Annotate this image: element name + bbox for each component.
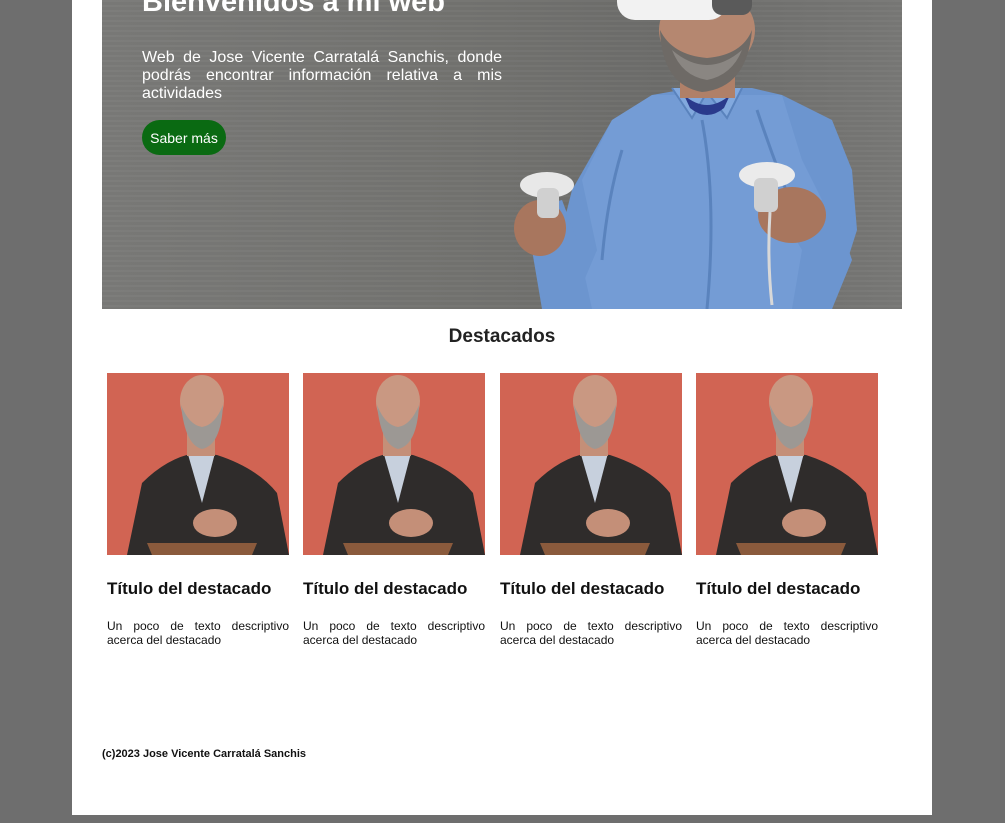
featured-card-text: Un poco de texto descriptivo acerca del … — [107, 619, 289, 647]
page-container: Bienvenidos a mi web Web de Jose Vicente… — [72, 0, 932, 815]
featured-card-photo — [303, 373, 485, 555]
featured-card-title: Título del destacado — [696, 579, 861, 598]
featured-card-text: Un poco de texto descriptivo acerca del … — [500, 619, 682, 647]
featured-card[interactable]: Título del destacado Un poco de texto de… — [107, 373, 289, 647]
hero-banner: Bienvenidos a mi web Web de Jose Vicente… — [102, 0, 902, 309]
hero-title: Bienvenidos a mi web — [142, 0, 445, 18]
featured-card[interactable]: Título del destacado Un poco de texto de… — [500, 373, 682, 647]
footer-copyright: (c)2023 Jose Vicente Carratalá Sanchis — [102, 748, 307, 760]
learn-more-button[interactable]: Saber más — [142, 120, 226, 155]
featured-card-photo — [696, 373, 878, 555]
featured-card[interactable]: Título del destacado Un poco de texto de… — [696, 373, 878, 647]
featured-card-photo — [107, 373, 289, 555]
featured-card[interactable]: Título del destacado Un poco de texto de… — [303, 373, 485, 647]
hero-description: Web de Jose Vicente Carratalá Sanchis, d… — [142, 49, 502, 102]
featured-card-photo — [500, 373, 682, 555]
featured-card-text: Un poco de texto descriptivo acerca del … — [303, 619, 485, 647]
featured-card-text: Un poco de texto descriptivo acerca del … — [696, 619, 878, 647]
featured-heading: Destacados — [448, 326, 556, 347]
featured-card-title: Título del destacado — [303, 579, 468, 598]
featured-card-title: Título del destacado — [500, 579, 665, 598]
hero-photo-man-with-vr-headset — [514, 0, 857, 309]
featured-card-title: Título del destacado — [107, 579, 272, 598]
